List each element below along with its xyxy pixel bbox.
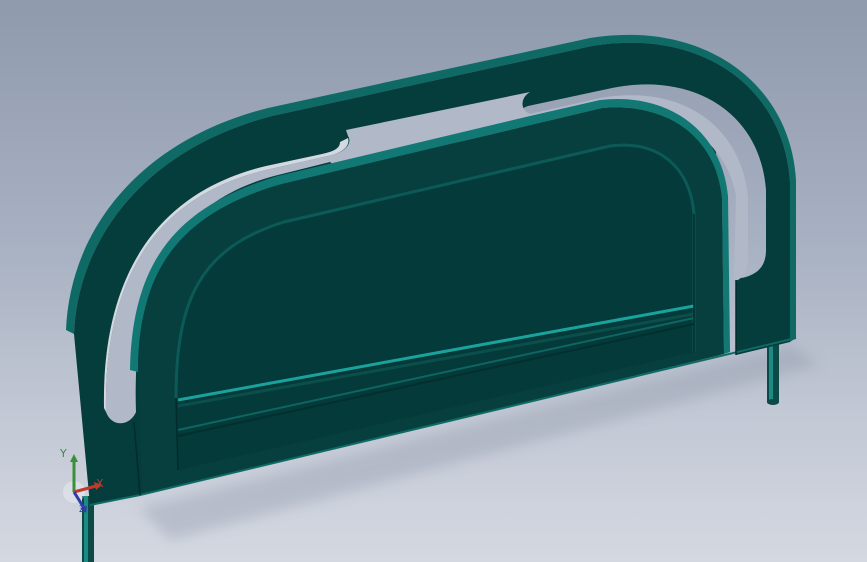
headboard-model[interactable] [0, 0, 867, 562]
triad-x-label: X [96, 477, 104, 490]
triad-y-label: Y [60, 447, 67, 460]
graphics-viewport[interactable]: Y X Z [0, 0, 867, 562]
triad-z-label: Z [79, 505, 86, 515]
right-leg[interactable] [767, 340, 779, 405]
view-triad[interactable]: Y X Z [52, 448, 112, 520]
